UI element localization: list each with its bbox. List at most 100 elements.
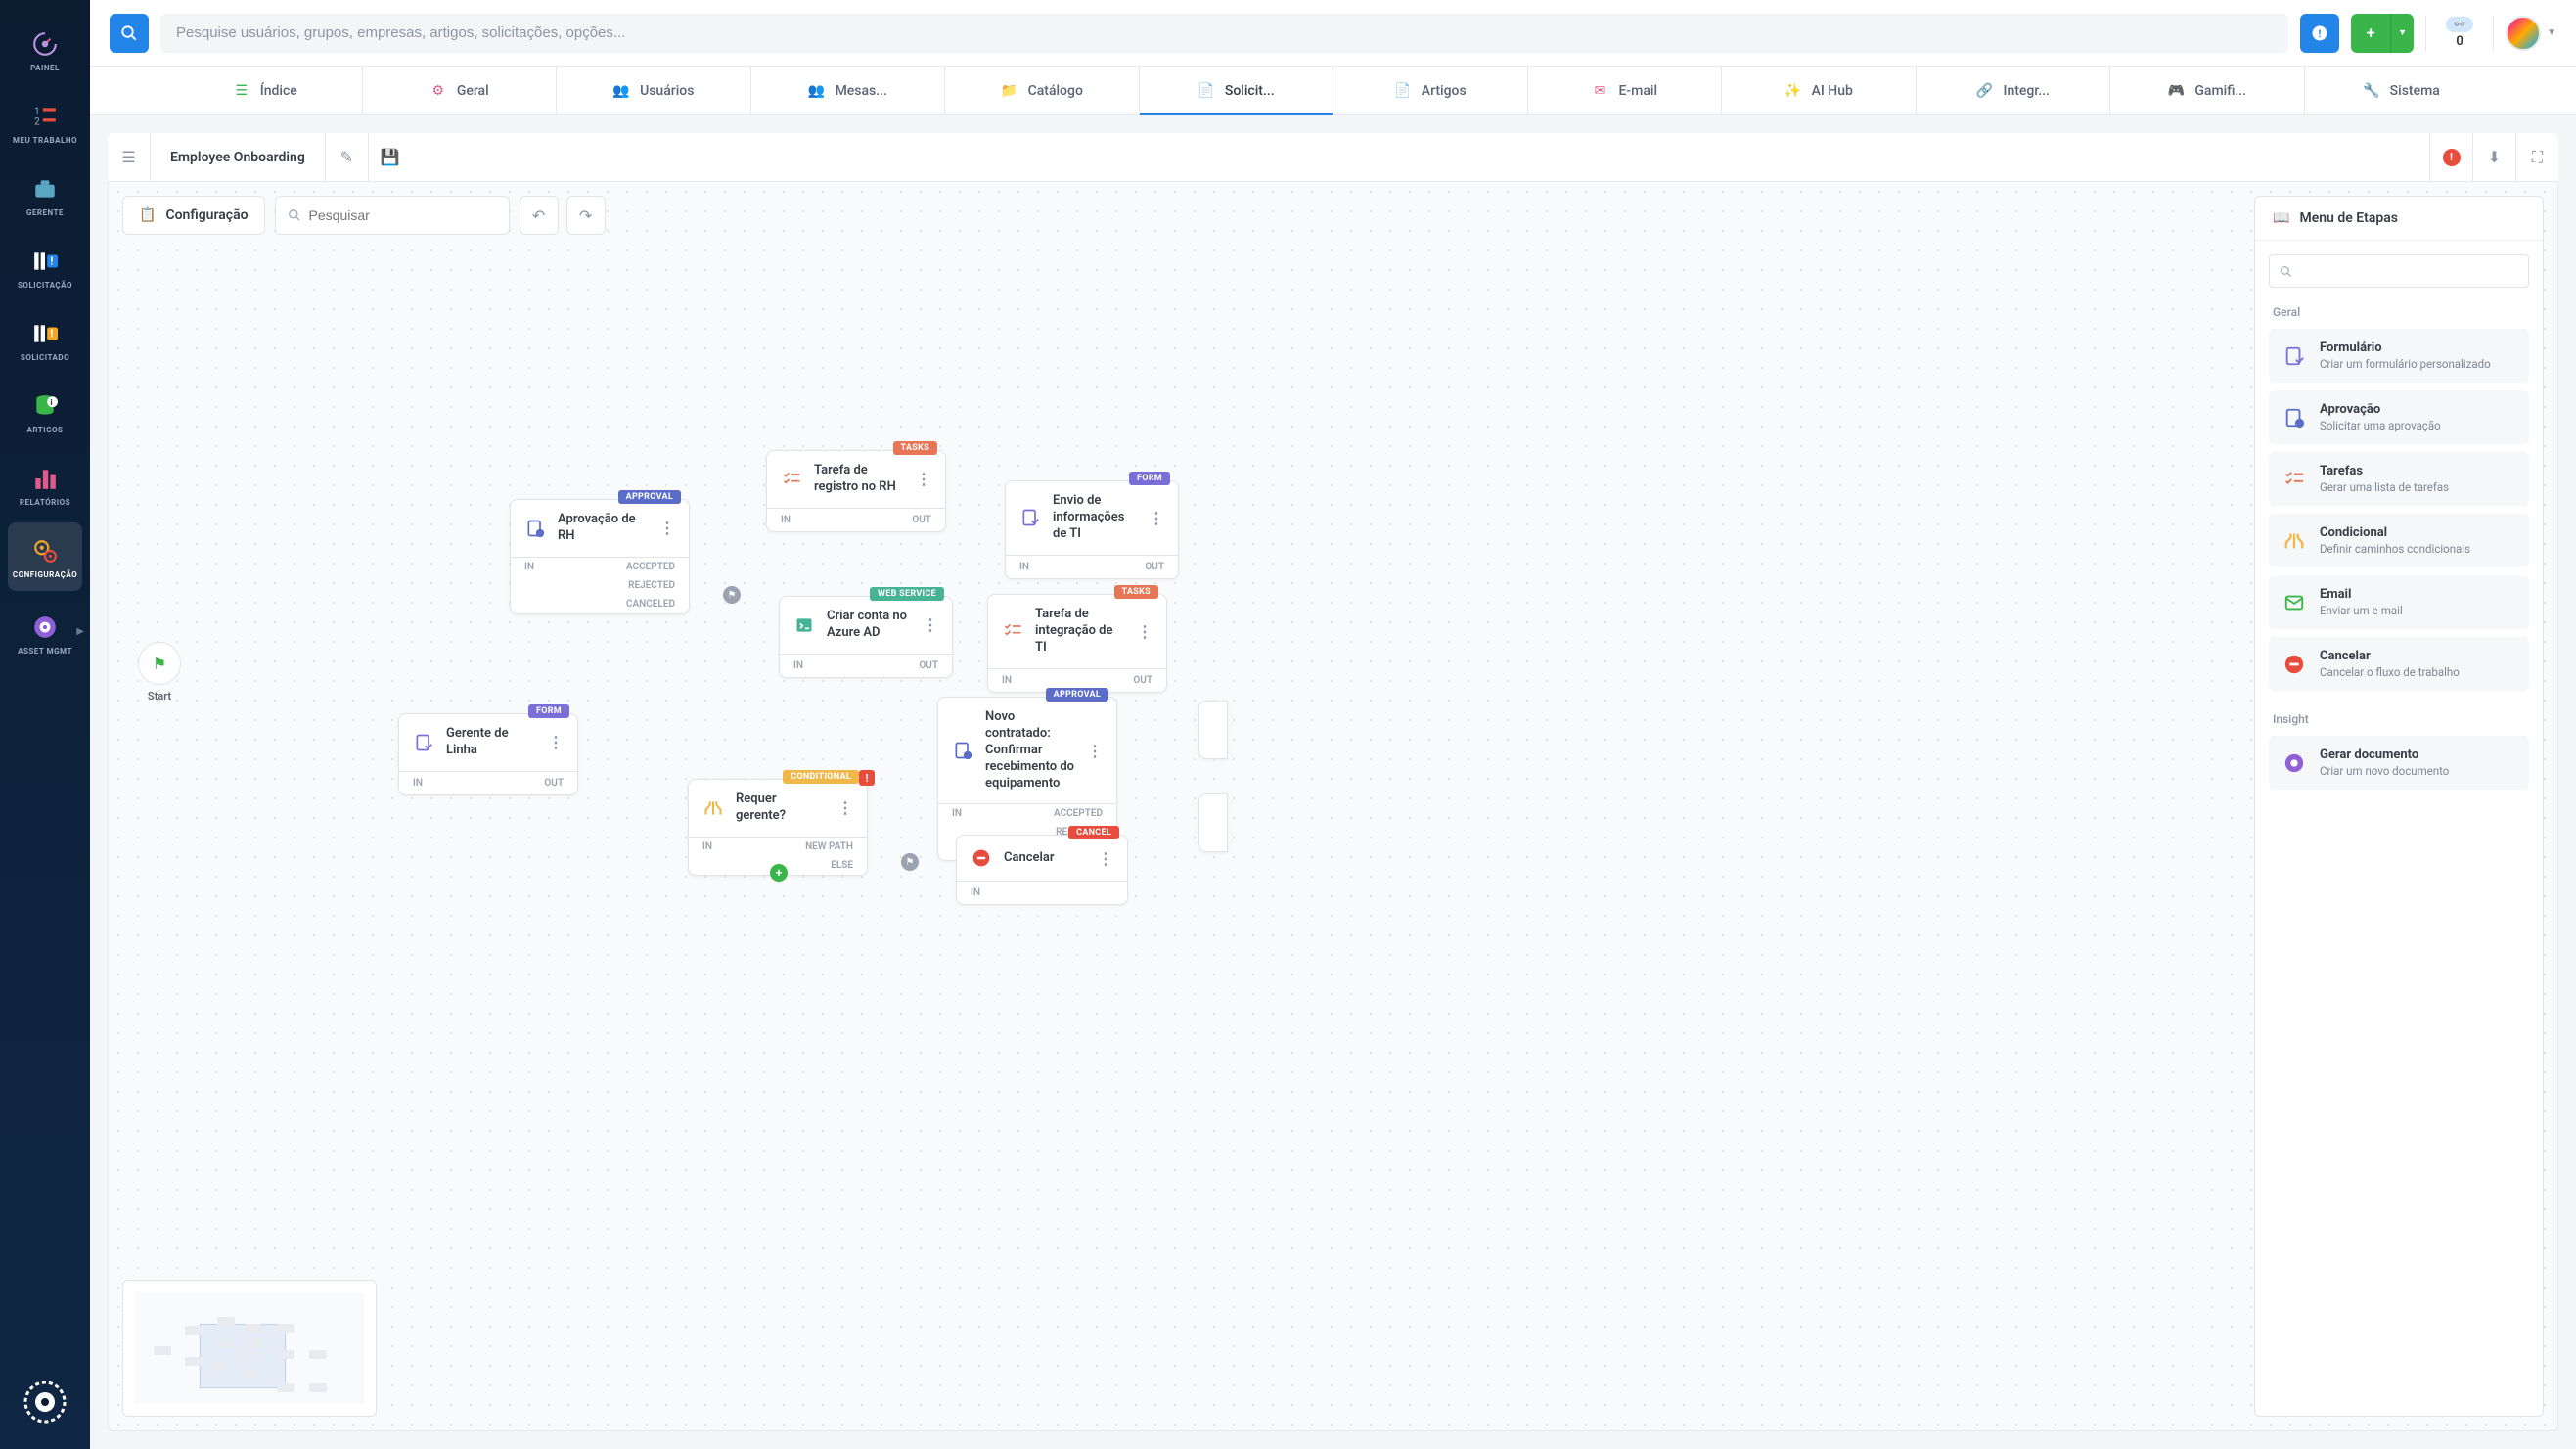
document-icon bbox=[2282, 751, 2306, 775]
create-dropdown-button[interactable]: ▼ bbox=[2390, 14, 2414, 53]
svg-text:!: ! bbox=[50, 327, 53, 340]
game-icon: 🎮 bbox=[2167, 82, 2185, 100]
node-menu-button[interactable]: ⋮ bbox=[1098, 849, 1113, 868]
tab-email[interactable]: ✉E-mail bbox=[1527, 67, 1722, 114]
global-search-input[interactable] bbox=[160, 14, 2288, 53]
badge-cancel: CANCEL bbox=[1068, 826, 1119, 839]
redo-icon: ↷ bbox=[579, 206, 592, 225]
approval-icon bbox=[952, 740, 973, 761]
avatar-icon bbox=[2506, 16, 2541, 51]
approval-icon bbox=[2282, 406, 2306, 430]
tab-gamificacao[interactable]: 🎮Gamifi... bbox=[2109, 67, 2304, 114]
canvas-search-input[interactable] bbox=[309, 207, 497, 223]
step-condicional[interactable]: CondicionalDefinir caminhos condicionais bbox=[2269, 514, 2529, 567]
alert-button[interactable]: ! bbox=[2300, 14, 2339, 53]
conditional-icon bbox=[702, 797, 724, 819]
badge-conditional: CONDITIONAL bbox=[783, 770, 859, 784]
nav-artigos[interactable]: i ARTIGOS bbox=[8, 378, 82, 446]
fullscreen-button[interactable]: ⛶ bbox=[2515, 133, 2558, 182]
tab-integracoes[interactable]: 🔗Integr... bbox=[1916, 67, 2110, 114]
node-error-badge[interactable]: ! bbox=[859, 770, 875, 786]
node-criar-conta-azure[interactable]: WEB SERVICE Criar conta no Azure AD ⋮ IN… bbox=[779, 596, 953, 678]
glasses-icon: 👓 bbox=[2446, 17, 2473, 32]
node-menu-button[interactable]: ⋮ bbox=[659, 519, 675, 537]
node-tarefa-registro-rh[interactable]: TASKS Tarefa de registro no RH ⋮ INOUT bbox=[766, 450, 946, 532]
badge-tasks: TASKS bbox=[1114, 585, 1158, 599]
node-cancelar[interactable]: CANCEL Cancelar ⋮ IN bbox=[956, 835, 1128, 905]
step-gerar-documento[interactable]: Gerar documentoCriar um novo documento bbox=[2269, 736, 2529, 790]
node-menu-button[interactable]: ⋮ bbox=[1137, 622, 1152, 641]
undo-icon: ↶ bbox=[532, 206, 545, 225]
node-menu-button[interactable]: ⋮ bbox=[1087, 742, 1103, 760]
steps-search-input[interactable] bbox=[2292, 264, 2518, 279]
tab-sistema[interactable]: 🔧Sistema bbox=[2304, 67, 2499, 114]
hamburger-button[interactable]: ☰ bbox=[108, 133, 151, 182]
step-aprovacao[interactable]: AprovaçãoSolicitar uma aprovação bbox=[2269, 390, 2529, 444]
node-menu-button[interactable]: ⋮ bbox=[1149, 509, 1164, 527]
node-partial[interactable] bbox=[1198, 701, 1228, 759]
node-gerente-linha[interactable]: FORM Gerente de Linha ⋮ INOUT bbox=[398, 713, 578, 795]
node-menu-button[interactable]: ⋮ bbox=[916, 470, 931, 488]
nav-painel[interactable]: PAINEL bbox=[8, 16, 82, 84]
download-icon: ⬇ bbox=[2488, 148, 2501, 166]
step-formulario[interactable]: FormulárioCriar um formulário personaliz… bbox=[2269, 329, 2529, 383]
redo-button[interactable]: ↷ bbox=[566, 196, 606, 235]
gear-icon: ⚙ bbox=[429, 82, 447, 100]
user-menu[interactable]: ▼ bbox=[2506, 16, 2556, 51]
briefcase-icon bbox=[29, 173, 61, 204]
tab-indice[interactable]: ☰Índice bbox=[168, 67, 362, 114]
download-button[interactable]: ⬇ bbox=[2472, 133, 2515, 182]
link-icon: 🔗 bbox=[1975, 82, 1993, 100]
nav-configuracao[interactable]: CONFIGURAÇÃO bbox=[8, 522, 82, 591]
nav-relatorios[interactable]: RELATÓRIOS bbox=[8, 450, 82, 519]
tab-solicitacoes[interactable]: 📄Solicit... bbox=[1139, 67, 1333, 114]
node-menu-button[interactable]: ⋮ bbox=[923, 615, 938, 634]
node-envio-info-ti[interactable]: FORM Envio de informações de TI ⋮ INOUT bbox=[1005, 480, 1179, 579]
chevron-down-icon: ▼ bbox=[2398, 27, 2407, 38]
form-icon bbox=[2282, 344, 2306, 368]
node-aprovacao-rh[interactable]: APPROVAL Aprovação de RH ⋮ INACCEPTED RE… bbox=[510, 499, 690, 614]
errors-button[interactable]: ! bbox=[2429, 133, 2472, 182]
svg-text:2: 2 bbox=[34, 116, 40, 127]
search-icon bbox=[120, 24, 138, 42]
nav-gerente[interactable]: GERENTE bbox=[8, 160, 82, 229]
tab-catalogo[interactable]: 📁Catálogo bbox=[944, 67, 1139, 114]
search-button[interactable] bbox=[110, 14, 149, 53]
add-path-button[interactable]: + bbox=[770, 864, 788, 882]
node-menu-button[interactable]: ⋮ bbox=[548, 733, 564, 751]
steps-search[interactable] bbox=[2269, 254, 2529, 288]
tasks-icon bbox=[2282, 468, 2306, 491]
minimap[interactable] bbox=[122, 1280, 377, 1417]
workflow-title: Employee Onboarding bbox=[151, 133, 326, 181]
nav-trabalho[interactable]: 12 MEU TRABALHO bbox=[8, 88, 82, 157]
chevron-right-icon: ▶ bbox=[76, 626, 84, 637]
glasses-counter[interactable]: 👓 0 bbox=[2438, 17, 2481, 49]
workflow-canvas[interactable]: ⚑ Start FORM Gerente de Linha ⋮ INOUT AP… bbox=[109, 182, 2557, 1430]
save-button[interactable]: 💾 bbox=[369, 133, 412, 182]
tab-mesas[interactable]: 👥Mesas... bbox=[750, 67, 945, 114]
edit-button[interactable]: ✎ bbox=[326, 133, 369, 182]
tab-artigos[interactable]: 📄Artigos bbox=[1333, 67, 1527, 114]
node-requer-gerente[interactable]: CONDITIONAL ! Requer gerente? ⋮ INNEW PA… bbox=[688, 779, 868, 876]
tab-geral[interactable]: ⚙Geral bbox=[362, 67, 557, 114]
config-button[interactable]: 📋 Configuração bbox=[122, 196, 265, 235]
tab-usuarios[interactable]: 👥Usuários bbox=[556, 67, 750, 114]
canvas-search[interactable] bbox=[275, 196, 510, 235]
node-start[interactable]: ⚑ Start bbox=[138, 642, 181, 685]
node-partial[interactable] bbox=[1198, 793, 1228, 852]
brand-logo-icon bbox=[22, 1379, 68, 1426]
undo-button[interactable]: ↶ bbox=[520, 196, 559, 235]
node-tarefa-integracao-ti[interactable]: TASKS Tarefa de integração de TI ⋮ INOUT bbox=[987, 594, 1167, 693]
conditional-icon bbox=[2282, 529, 2306, 553]
nav-solicitacao[interactable]: ! SOLICITAÇÃO bbox=[8, 233, 82, 301]
tab-aihub[interactable]: ✨AI Hub bbox=[1721, 67, 1916, 114]
save-icon: 💾 bbox=[381, 148, 400, 166]
step-tarefas[interactable]: TarefasGerar uma lista de tarefas bbox=[2269, 452, 2529, 506]
tasks-icon bbox=[781, 469, 802, 490]
create-button[interactable]: + bbox=[2351, 14, 2390, 53]
node-menu-button[interactable]: ⋮ bbox=[837, 798, 853, 817]
step-email[interactable]: EmailEnviar um e-mail bbox=[2269, 575, 2529, 629]
nav-asset-mgmt[interactable]: ASSET MGMT ▶ bbox=[8, 599, 82, 667]
step-cancelar[interactable]: CancelarCancelar o fluxo de trabalho bbox=[2269, 637, 2529, 691]
nav-solicitado[interactable]: ! SOLICITADO bbox=[8, 305, 82, 374]
